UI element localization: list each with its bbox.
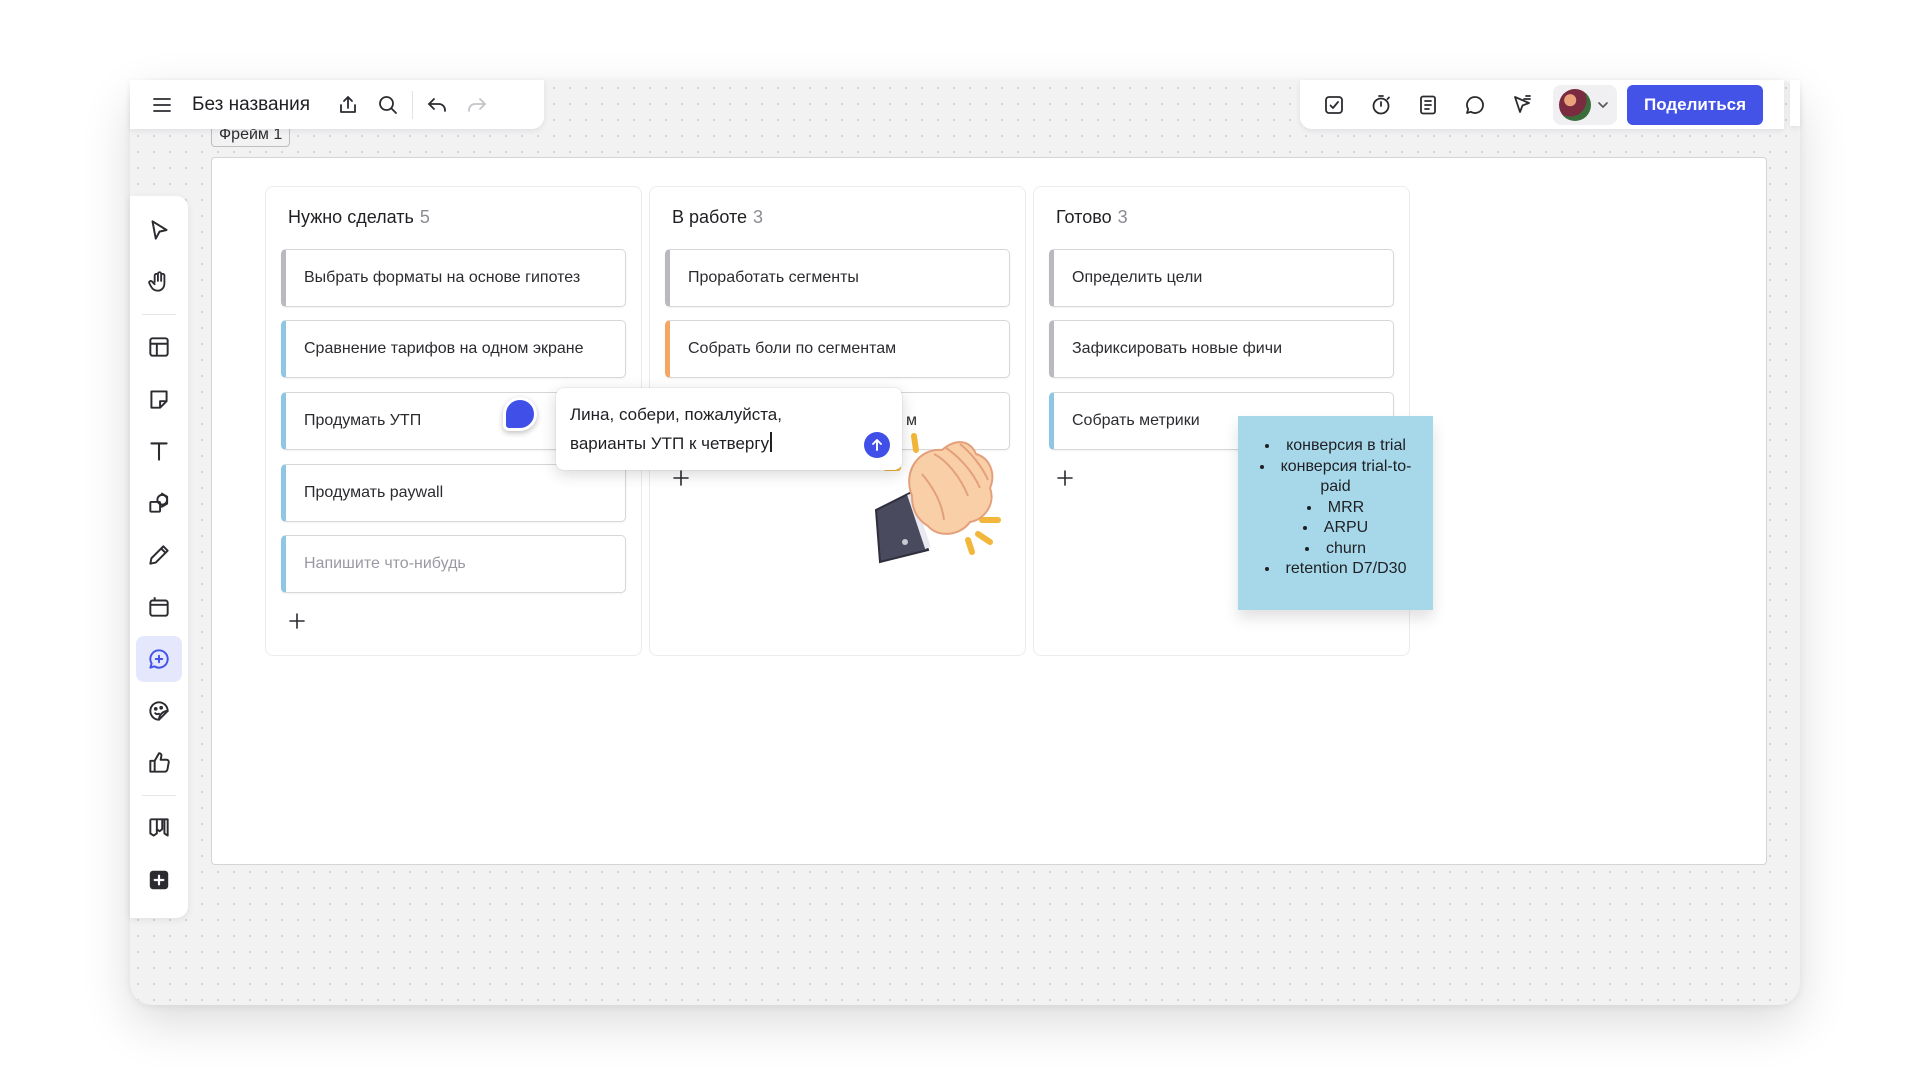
- column-title: В работе: [672, 207, 748, 227]
- send-comment-button[interactable]: [864, 432, 890, 458]
- kanban-card[interactable]: Сравнение тарифов на одном экране: [281, 320, 626, 378]
- add-comment-icon[interactable]: [136, 636, 182, 682]
- list-item: конверсия в trial: [1250, 436, 1421, 457]
- arrow-up-icon: [872, 439, 882, 451]
- column-count: 3: [1117, 207, 1128, 227]
- left-toolbar: [130, 196, 188, 918]
- shapes-icon[interactable]: [136, 480, 182, 526]
- chevron-down-icon: [1598, 101, 1608, 108]
- comment-text-line-2: варианты УТП к четвергу: [570, 429, 862, 458]
- kanban-card[interactable]: Выбрать форматы на основе гипотез: [281, 249, 626, 307]
- search-icon[interactable]: [368, 85, 408, 125]
- list-item: churn: [1250, 539, 1421, 560]
- list-item: конверсия trial-to-paid: [1250, 457, 1421, 498]
- kanban-card[interactable]: Собрать боли по сегментам: [665, 320, 1010, 378]
- plus-icon: [1057, 470, 1073, 486]
- column-header: В работе 3: [672, 207, 763, 228]
- pen-icon[interactable]: [136, 532, 182, 578]
- list-item: ARPU: [1250, 518, 1421, 539]
- export-icon[interactable]: [328, 85, 368, 125]
- toolbar-divider: [142, 795, 176, 796]
- toolbar-divider: [412, 90, 414, 119]
- text-icon[interactable]: [136, 428, 182, 474]
- kanban-card[interactable]: Определить цели: [1049, 249, 1394, 307]
- sticky-note[interactable]: конверсия в trial конверсия trial-to-pai…: [1238, 416, 1433, 610]
- column-header: Нужно сделать 5: [288, 207, 430, 228]
- kanban-card[interactable]: Проработать сегменты: [665, 249, 1010, 307]
- add-card-button[interactable]: [1056, 469, 1080, 493]
- text-caret: [770, 432, 772, 452]
- kanban-card[interactable]: Продумать paywall: [281, 464, 626, 522]
- kanban-icon[interactable]: [136, 805, 182, 851]
- avatar: [1559, 88, 1591, 121]
- comment-text-line: Лина, собери, пожалуйста,: [570, 405, 782, 424]
- list-item: retention D7/D30: [1250, 559, 1421, 580]
- sticker-icon[interactable]: [136, 688, 182, 734]
- column-count: 3: [753, 207, 764, 227]
- sticky-note-icon[interactable]: [136, 376, 182, 422]
- top-right-toolbar: Поделиться: [1300, 80, 1784, 129]
- timer-icon[interactable]: [1357, 85, 1404, 125]
- comment-icon[interactable]: [1451, 85, 1498, 125]
- checkbox-icon[interactable]: [1310, 85, 1357, 125]
- plus-icon: [673, 470, 689, 486]
- select-cursor-icon[interactable]: [136, 207, 182, 253]
- more-tools-icon[interactable]: [136, 857, 182, 903]
- comment-text: варианты УТП к четвергу: [570, 434, 770, 453]
- add-card-button[interactable]: [672, 469, 696, 493]
- add-card-button[interactable]: [288, 612, 312, 636]
- column-header: Готово 3: [1056, 207, 1128, 228]
- toolbar-divider: [142, 314, 176, 315]
- redo-icon[interactable]: [457, 85, 497, 125]
- hand-icon[interactable]: [136, 259, 182, 305]
- column-count: 5: [419, 207, 430, 227]
- comment-pin[interactable]: [503, 397, 537, 431]
- board-title[interactable]: Без названия: [182, 94, 328, 116]
- menu-icon[interactable]: [142, 85, 182, 125]
- template-icon[interactable]: [136, 324, 182, 370]
- frame-icon[interactable]: [136, 584, 182, 630]
- toolbar-stub: [1790, 80, 1800, 126]
- top-left-toolbar: Без названия: [130, 80, 544, 129]
- undo-icon[interactable]: [417, 85, 457, 125]
- user-menu[interactable]: [1553, 84, 1617, 125]
- kanban-card[interactable]: Зафиксировать новые фичи: [1049, 320, 1394, 378]
- plus-icon: [289, 613, 305, 629]
- thumbs-up-icon[interactable]: [136, 740, 182, 786]
- column-title: Готово: [1056, 207, 1112, 227]
- notes-icon[interactable]: [1404, 85, 1451, 125]
- share-button[interactable]: Поделиться: [1627, 84, 1764, 125]
- presentation-pointer-icon[interactable]: [1498, 85, 1545, 125]
- sticky-note-list: конверсия в trial конверсия trial-to-pai…: [1250, 436, 1421, 580]
- comment-input[interactable]: Лина, собери, пожалуйста, варианты УТП к…: [556, 388, 902, 470]
- new-card-input[interactable]: Напишите что-нибудь: [281, 535, 626, 593]
- column-title: Нужно сделать: [288, 207, 414, 227]
- list-item: MRR: [1250, 498, 1421, 519]
